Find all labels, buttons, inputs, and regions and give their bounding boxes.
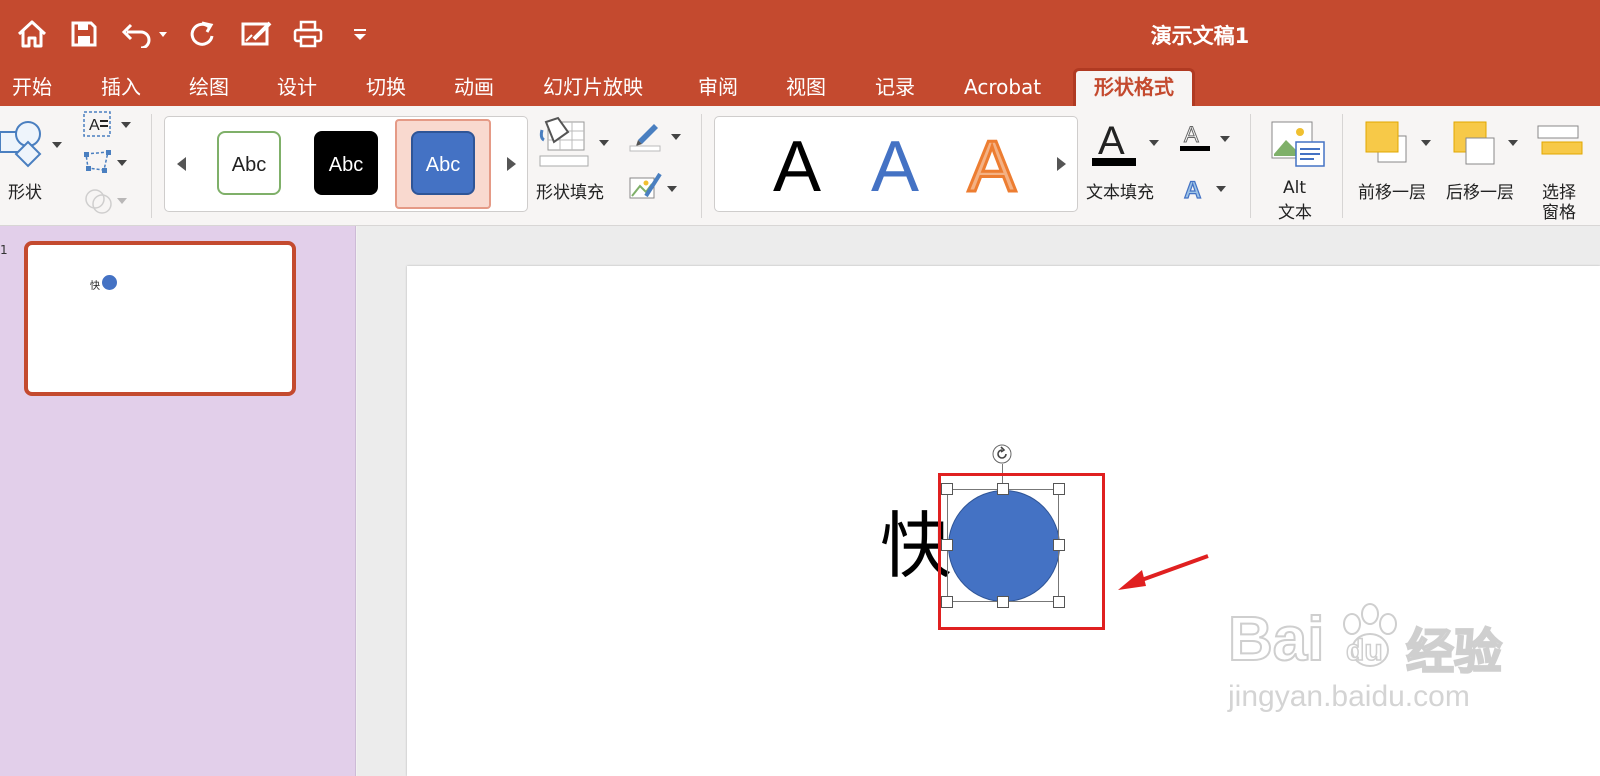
document-title: 演示文稿1: [1150, 24, 1250, 48]
edit-doc-icon[interactable]: [238, 16, 276, 52]
text-effects-dropdown-icon[interactable]: [1216, 186, 1226, 192]
shape-effects-dropdown-icon[interactable]: [667, 186, 677, 192]
text-box-icon[interactable]: A: [82, 110, 114, 140]
thumbnail-text: 快: [90, 281, 100, 292]
text-box-dropdown-icon[interactable]: [121, 122, 131, 128]
watermark: Bai du 经验 jingyan.baidu.com: [1227, 600, 1528, 714]
tab-slideshow[interactable]: 幻灯片放映: [543, 72, 643, 106]
undo-icon[interactable]: [118, 16, 170, 52]
ribbon-separator: [701, 114, 702, 218]
shape-fill-label: 形状填充: [536, 183, 604, 203]
redo-icon[interactable]: [184, 16, 220, 52]
gallery-scroll-left-icon[interactable]: [177, 157, 186, 171]
tab-view[interactable]: 视图: [786, 72, 826, 106]
merge-shapes-dropdown-icon[interactable]: [117, 198, 127, 204]
tab-acrobat[interactable]: Acrobat: [964, 72, 1041, 106]
shapes-label: 形状: [8, 183, 42, 203]
bring-forward-label: 前移一层: [1358, 183, 1426, 203]
selection-pane-icon[interactable]: [1536, 120, 1600, 170]
selection-pane-label-2: 窗格: [1542, 203, 1576, 223]
tab-draw[interactable]: 绘图: [189, 72, 229, 106]
text-effects-icon[interactable]: A: [1180, 174, 1210, 204]
highlight-rectangle: [938, 473, 1105, 630]
rotate-handle-icon[interactable]: [992, 444, 1012, 464]
wordart-style-blue[interactable]: A: [871, 131, 919, 203]
shape-style-black[interactable]: Abc: [314, 131, 378, 195]
slide-thumbnail[interactable]: 快: [24, 241, 296, 396]
print-icon[interactable]: [290, 16, 326, 52]
shapes-icon[interactable]: [0, 118, 60, 168]
text-outline-icon[interactable]: A: [1178, 120, 1212, 154]
shape-style-blue[interactable]: Abc: [411, 131, 475, 195]
slide-number: 1: [0, 243, 8, 257]
svg-text:A: A: [1184, 122, 1199, 147]
wordart-scroll-right-icon[interactable]: [1057, 157, 1066, 171]
wordart-style-orange[interactable]: A: [966, 130, 1017, 205]
home-icon[interactable]: [14, 16, 50, 52]
ribbon-separator: [151, 114, 152, 218]
tab-review[interactable]: 审阅: [698, 72, 738, 106]
shape-fill-icon[interactable]: [538, 116, 590, 170]
tab-record[interactable]: 记录: [875, 72, 915, 106]
svg-text:A: A: [1184, 177, 1201, 204]
tab-shape-format[interactable]: 形状格式: [1073, 68, 1195, 106]
ribbon-tabs: 开始 插入 绘图 设计 切换 动画 幻灯片放映 审阅 视图 记录 Acrobat…: [0, 68, 1600, 106]
svg-text:A: A: [89, 117, 100, 134]
ribbon-separator: [1342, 114, 1343, 218]
watermark-suffix: 经验: [1405, 625, 1503, 680]
alt-text-label-2: 文本: [1278, 203, 1312, 223]
shape-fill-dropdown-icon[interactable]: [599, 140, 609, 146]
watermark-brand: Bai: [1227, 604, 1325, 675]
shape-style-white[interactable]: Abc: [217, 131, 281, 195]
send-backward-label: 后移一层: [1446, 183, 1514, 203]
tab-transitions[interactable]: 切换: [366, 72, 406, 106]
bring-forward-icon[interactable]: [1364, 120, 1412, 170]
svg-text:A: A: [1098, 119, 1125, 163]
ribbon-separator: [1250, 114, 1251, 218]
title-bar: 演示文稿1: [0, 0, 1600, 68]
annotation-arrow-icon: [1116, 552, 1212, 596]
thumbnail-circle: [102, 275, 117, 290]
slide-thumbnail-pane: 1 快: [0, 226, 356, 776]
tab-design[interactable]: 设计: [277, 72, 317, 106]
watermark-brand-du: du: [1345, 633, 1383, 668]
tab-insert[interactable]: 插入: [101, 72, 141, 106]
alt-text-icon[interactable]: [1268, 120, 1326, 170]
shape-outline-dropdown-icon[interactable]: [671, 134, 681, 140]
customize-icon[interactable]: [348, 16, 372, 52]
wordart-gallery: A A A: [714, 116, 1078, 212]
shapes-dropdown-icon[interactable]: [52, 142, 62, 148]
shape-outline-icon[interactable]: [628, 118, 664, 152]
merge-shapes-icon[interactable]: [84, 186, 114, 216]
send-backward-dropdown-icon[interactable]: [1508, 140, 1518, 146]
gallery-scroll-right-icon[interactable]: [507, 157, 516, 171]
alt-text-label: Alt: [1283, 178, 1307, 198]
text-fill-label: 文本填充: [1086, 183, 1154, 203]
send-backward-icon[interactable]: [1452, 120, 1500, 170]
shape-effects-icon[interactable]: [628, 170, 664, 204]
text-outline-dropdown-icon[interactable]: [1220, 136, 1230, 142]
text-fill-icon[interactable]: A: [1090, 116, 1138, 170]
shape-style-gallery: Abc Abc Abc: [164, 116, 528, 212]
tab-home[interactable]: 开始: [12, 72, 52, 106]
edit-shape-icon[interactable]: [82, 148, 114, 176]
watermark-url: jingyan.baidu.com: [1228, 680, 1470, 713]
text-fill-dropdown-icon[interactable]: [1149, 140, 1159, 146]
tab-animations[interactable]: 动画: [454, 72, 494, 106]
wordart-style-black[interactable]: A: [773, 131, 821, 203]
ribbon: 形状 A Abc Abc Abc 形状填充 A A A A 文本填充 A A A…: [0, 106, 1600, 226]
save-icon[interactable]: [66, 16, 102, 52]
bring-forward-dropdown-icon[interactable]: [1421, 140, 1431, 146]
edit-shape-dropdown-icon[interactable]: [117, 160, 127, 166]
